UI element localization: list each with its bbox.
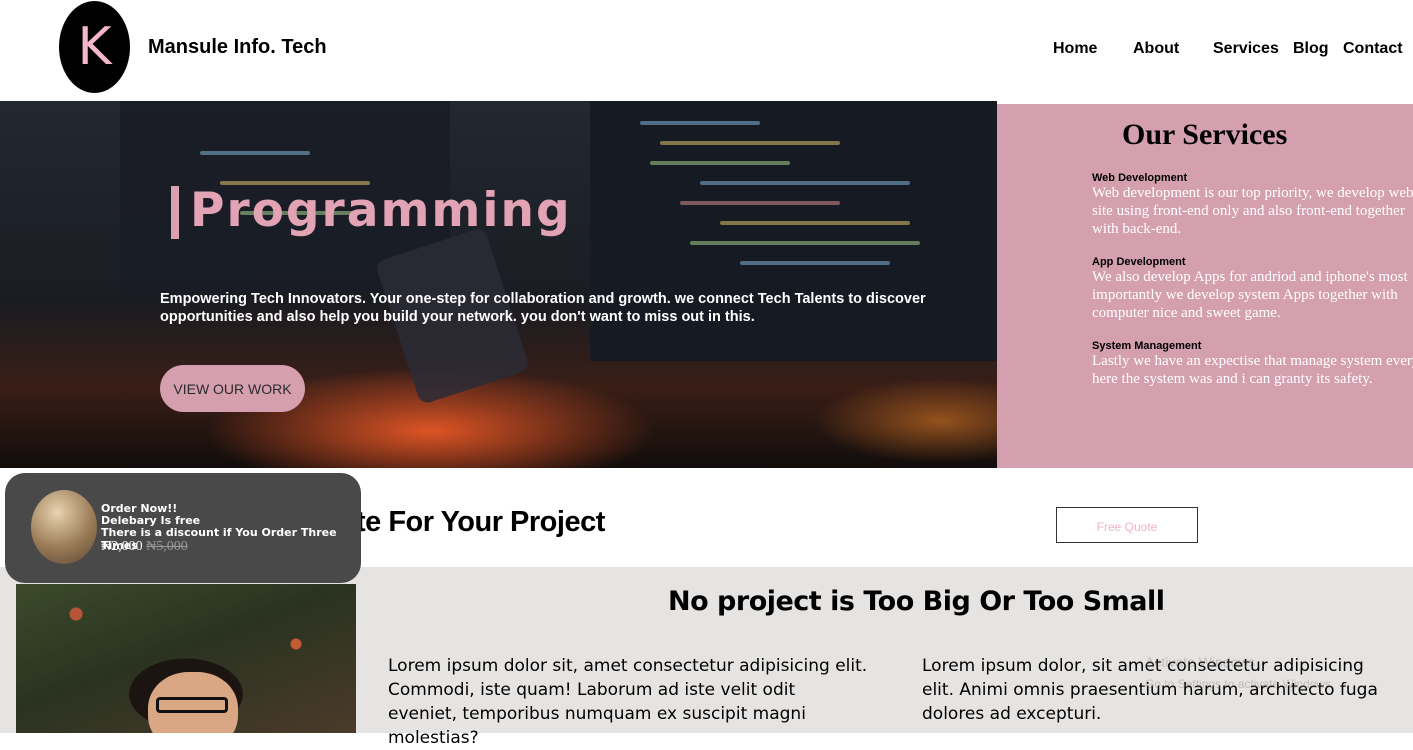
hero-bg-code-line (740, 261, 890, 265)
service-heading-web: Web Development (1092, 172, 1188, 184)
popup-product-image (31, 490, 97, 564)
hero-bg-code-line (690, 241, 920, 245)
hero-bg-code-line (660, 141, 840, 145)
site-header: K Mansule Info. Tech Home About Services… (0, 0, 1413, 100)
service-text-system: Lastly we have an expectise that manage … (1092, 353, 1413, 387)
logo-letter: K (77, 17, 112, 77)
project-section-title: No project is Too Big Or Too Small (668, 586, 1165, 617)
service-heading-system: System Management (1092, 340, 1202, 352)
hero-bg-code-line (200, 151, 310, 155)
hero-bg-code-line (680, 201, 840, 205)
nav-home[interactable]: Home (1053, 40, 1097, 58)
nav-services[interactable]: Services (1213, 40, 1279, 58)
service-heading-app: App Development (1092, 256, 1186, 268)
hero-bg-code-line (700, 181, 910, 185)
order-popup[interactable]: Order Now!! Delebary Is free There is a … (5, 473, 361, 583)
hero-description: Empowering Tech Innovators. Your one-ste… (160, 291, 926, 325)
nav-contact[interactable]: Contact (1343, 40, 1403, 58)
hero-bg-code-line (720, 221, 910, 225)
popup-price: ₦2,000 ₦5,000 (101, 539, 188, 555)
hero-bg-code-line (640, 121, 760, 125)
free-quote-button[interactable]: Free Quote (1056, 507, 1198, 543)
lorem-column-1: Lorem ipsum dolor sit, amet consectetur … (388, 656, 868, 748)
service-text-app: We also develop Apps for andriod and iph… (1092, 269, 1408, 321)
logo[interactable]: K (59, 1, 130, 93)
hero-bg-code-line (650, 161, 790, 165)
services-panel: Our Services Web Development Web develop… (997, 104, 1413, 468)
nav-blog[interactable]: Blog (1293, 40, 1329, 58)
popup-old-price: ₦5,000 (146, 539, 188, 554)
popup-current-price: ₦2,000 (101, 539, 143, 554)
activate-windows-watermark: Activate Windows (1145, 654, 1256, 670)
nav-about[interactable]: About (1133, 40, 1179, 58)
view-our-work-button[interactable]: VIEW OUR WORK (160, 365, 305, 412)
title-accent-bar (171, 186, 179, 239)
services-title: Our Services (1122, 118, 1288, 151)
brand-name[interactable]: Mansule Info. Tech (148, 36, 327, 59)
quote-heading: te For Your Project (356, 506, 605, 538)
activate-windows-hint: Go to Settings to activate Windows. (1145, 677, 1335, 691)
service-text-web: Web development is our top priority, we … (1092, 185, 1413, 237)
portrait-glasses (156, 697, 228, 713)
hero-title: Programming (190, 183, 572, 238)
hero-banner: Programming Empowering Tech Innovators. … (0, 101, 997, 468)
portrait-image (16, 584, 356, 733)
